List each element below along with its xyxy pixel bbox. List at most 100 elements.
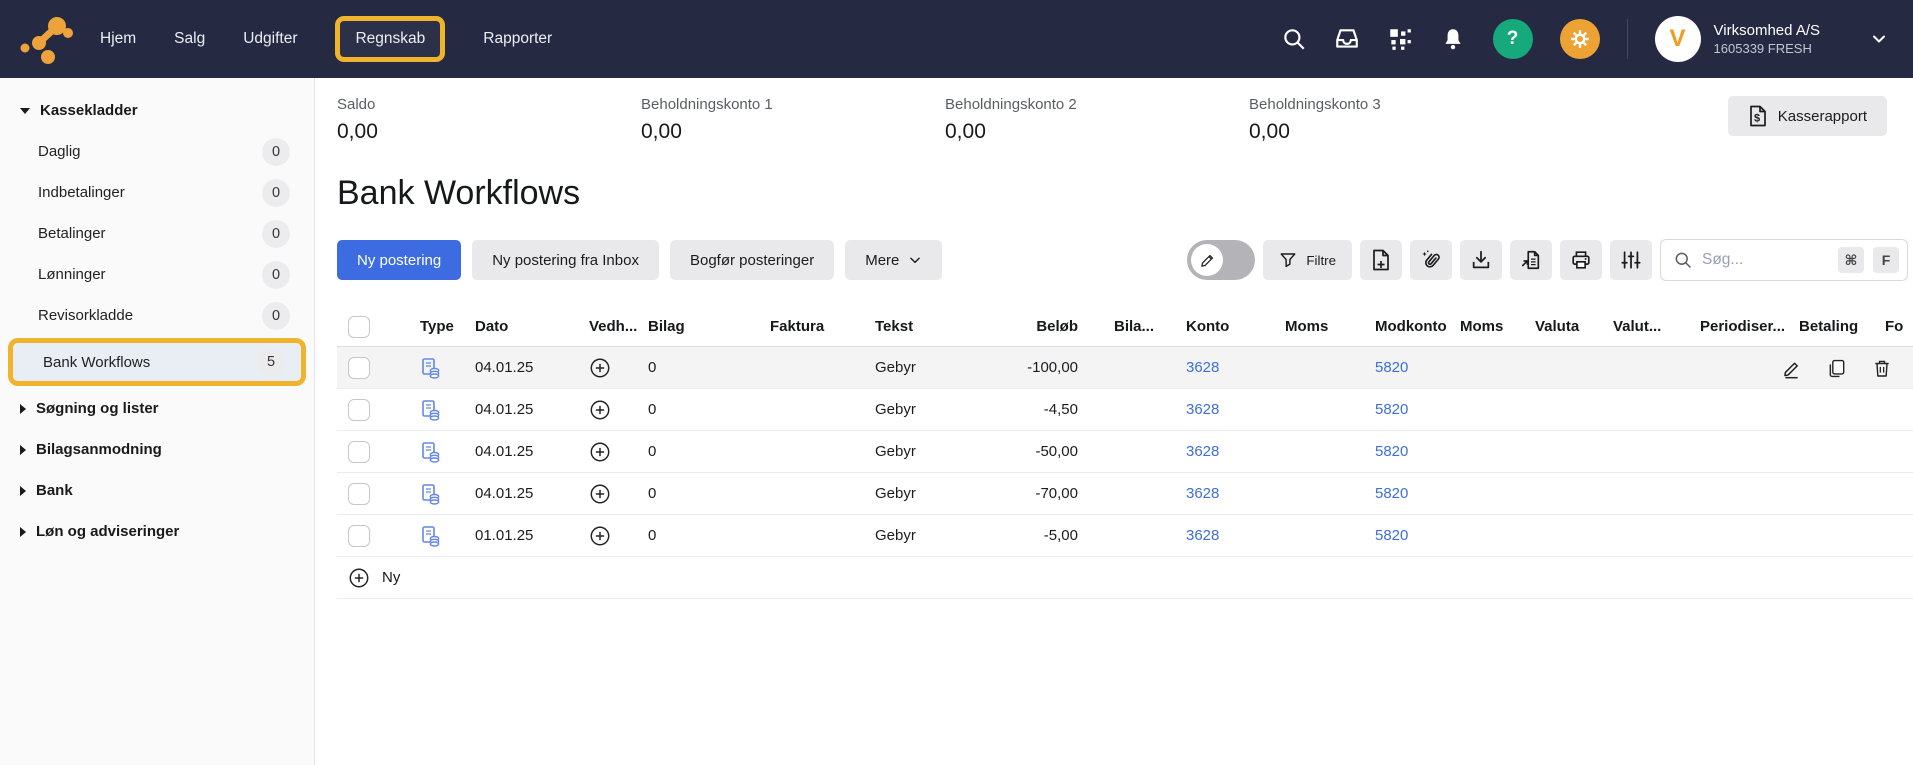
konto-link[interactable]: 3628: [1186, 359, 1219, 376]
card-value: 0,00: [1249, 120, 1290, 143]
posting-type-icon: [422, 483, 440, 505]
row-bilag: 0: [648, 443, 657, 460]
import-button[interactable]: [1460, 240, 1502, 280]
add-attachment-icon[interactable]: [589, 525, 611, 547]
konto-link[interactable]: 3628: [1186, 485, 1219, 502]
sidebar-section-sogning-og-lister[interactable]: Søgning og lister: [0, 388, 314, 429]
edit-pencil-icon[interactable]: [1781, 358, 1802, 379]
notifications-bell-icon[interactable]: [1440, 26, 1466, 52]
section-label: Kassekladder: [40, 102, 138, 119]
table-row[interactable]: 04.01.25 0 Gebyr -4,50 3628 5820: [337, 389, 1913, 431]
row-bilag: 0: [648, 401, 657, 418]
count-badge: 5: [257, 348, 285, 376]
item-label: Daglig: [38, 143, 81, 160]
header-periodisering: Periodiser...: [1700, 318, 1786, 335]
modkonto-link[interactable]: 5820: [1375, 401, 1408, 418]
add-attachment-icon[interactable]: [589, 483, 611, 505]
row-tekst: Gebyr: [875, 527, 916, 544]
row-attachment-cell: [587, 525, 648, 547]
nav-item-regnskab-highlighted[interactable]: Regnskab: [335, 16, 446, 62]
filtre-button[interactable]: Filtre: [1263, 240, 1352, 280]
row-checkbox[interactable]: [348, 398, 370, 421]
row-select-cell: [337, 515, 414, 556]
row-tekst: Gebyr: [875, 359, 916, 376]
header-type: Type: [420, 318, 454, 335]
sidebar-item-revisorkladde[interactable]: Revisorkladde 0: [0, 295, 314, 336]
search-input[interactable]: [1702, 251, 1829, 269]
row-checkbox[interactable]: [348, 440, 370, 463]
konto-link[interactable]: 3628: [1186, 401, 1219, 418]
modkonto-link[interactable]: 5820: [1375, 527, 1408, 544]
ny-postering-fra-inbox-button[interactable]: Ny postering fra Inbox: [472, 240, 659, 280]
apps-grid-icon[interactable]: [1387, 26, 1413, 52]
card-label: Beholdningskonto 3: [1249, 96, 1381, 113]
add-attachment-icon[interactable]: [589, 357, 611, 379]
add-attachment-icon[interactable]: [589, 399, 611, 421]
row-checkbox[interactable]: [348, 482, 370, 505]
row-modkonto-cell: 5820: [1375, 527, 1460, 544]
row-konto-cell: 3628: [1186, 401, 1285, 418]
auto-attach-button[interactable]: [1410, 240, 1452, 280]
table-row[interactable]: 01.01.25 0 Gebyr -5,00 3628 5820: [337, 515, 1913, 557]
new-posting-row[interactable]: Ny: [337, 557, 1913, 599]
download-icon: [1472, 250, 1490, 269]
sidebar-item-indbetalinger[interactable]: Indbetalinger 0: [0, 172, 314, 213]
modkonto-link[interactable]: 5820: [1375, 485, 1408, 502]
add-attachment-icon[interactable]: [589, 441, 611, 463]
nav-item-hjem[interactable]: Hjem: [100, 30, 136, 48]
kasserapport-button[interactable]: $ Kasserapport: [1727, 96, 1887, 136]
search-icon[interactable]: [1281, 26, 1307, 52]
summary-row: Saldo 0,00 Beholdningskonto 1 0,00 Behol…: [337, 96, 1913, 144]
company-avatar: V: [1654, 16, 1701, 62]
avatar-letter: V: [1669, 25, 1686, 52]
row-checkbox[interactable]: [348, 524, 370, 547]
row-dato: 04.01.25: [475, 485, 534, 502]
chevron-down-icon[interactable]: [1869, 29, 1889, 49]
posting-type-icon: [422, 441, 440, 463]
inbox-icon[interactable]: [1334, 26, 1360, 52]
sidebar-item-daglig[interactable]: Daglig 0: [0, 131, 314, 172]
app-logo-icon[interactable]: [16, 11, 78, 67]
table-row[interactable]: 04.01.25 0 Gebyr -50,00 3628 5820: [337, 431, 1913, 473]
nav-item-salg[interactable]: Salg: [174, 30, 205, 48]
sidebar-section-bank[interactable]: Bank: [0, 470, 314, 511]
header-valuta: Valuta: [1535, 318, 1580, 335]
help-button[interactable]: ?: [1492, 19, 1533, 59]
table-row[interactable]: 04.01.25 0 Gebyr -70,00 3628 5820: [337, 473, 1913, 515]
header-konto: Konto: [1186, 318, 1230, 335]
posting-type-icon: [422, 399, 440, 421]
sidebar-item-bank-workflows-selected[interactable]: Bank Workflows 5: [13, 343, 301, 381]
ny-postering-button[interactable]: Ny postering: [337, 240, 462, 280]
summary-card-beholdningskonto-3: Beholdningskonto 3 0,00: [1249, 96, 1553, 144]
konto-link[interactable]: 3628: [1186, 527, 1219, 544]
delete-trash-icon[interactable]: [1872, 358, 1892, 379]
search-icon: [1675, 252, 1692, 269]
copy-icon[interactable]: [1827, 358, 1847, 379]
bogfor-posteringer-button[interactable]: Bogfør posteringer: [669, 240, 835, 280]
sidebar-item-betalinger[interactable]: Betalinger 0: [0, 213, 314, 254]
table-row[interactable]: 04.01.25 0 Gebyr -100,00 3628 5820: [337, 347, 1913, 389]
modkonto-link[interactable]: 5820: [1375, 359, 1408, 376]
edit-mode-toggle[interactable]: [1187, 240, 1256, 280]
account-menu[interactable]: V Virksomhed A/S 1605339 FRESH: [1654, 16, 1889, 62]
header-fo: Fo: [1885, 318, 1904, 335]
print-button[interactable]: [1560, 240, 1602, 280]
export-button[interactable]: [1510, 240, 1552, 280]
sidebar-section-lon-og-adviseringer[interactable]: Løn og adviseringer: [0, 511, 314, 552]
modkonto-link[interactable]: 5820: [1375, 443, 1408, 460]
row-checkbox[interactable]: [348, 356, 370, 379]
column-settings-button[interactable]: [1610, 240, 1652, 280]
pencil-icon: [1201, 254, 1213, 267]
sidebar-item-lonninger[interactable]: Lønninger 0: [0, 254, 314, 295]
sidebar-section-bilagsanmodning[interactable]: Bilagsanmodning: [0, 429, 314, 470]
konto-link[interactable]: 3628: [1186, 443, 1219, 460]
sidebar-section-kassekladder[interactable]: Kassekladder: [0, 90, 314, 131]
nav-item-udgifter[interactable]: Udgifter: [243, 30, 297, 48]
mere-dropdown-button[interactable]: Mere: [845, 240, 943, 280]
document-export-icon: [1521, 250, 1540, 270]
select-all-checkbox[interactable]: [348, 315, 370, 338]
settings-gear-button[interactable]: [1559, 19, 1600, 59]
nav-item-rapporter[interactable]: Rapporter: [483, 30, 552, 48]
row-type-cell: [414, 357, 475, 379]
new-document-button[interactable]: [1360, 240, 1402, 280]
